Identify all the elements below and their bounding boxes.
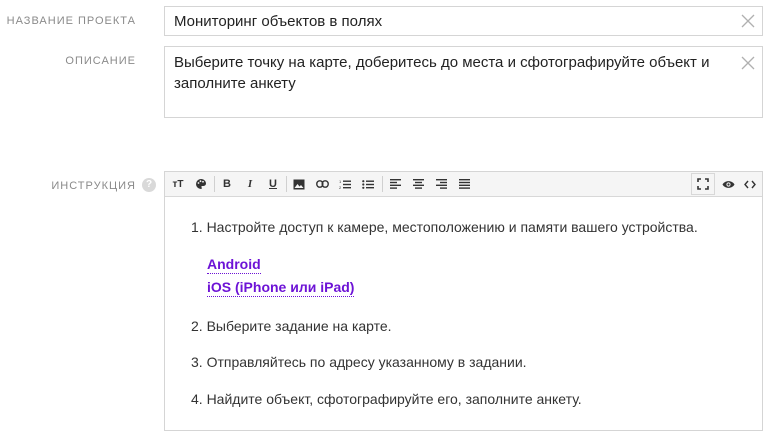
text-size-button[interactable]: тT [167,174,189,194]
source-code-button[interactable] [739,174,761,194]
instruction-step-4: 4. Найдите объект, сфотографируйте его, … [191,391,582,407]
fullscreen-icon [697,178,709,190]
toolbar-separator [382,176,383,192]
image-icon [293,179,305,189]
project-name-field[interactable]: Мониторинг объектов в полях [164,6,763,36]
align-right-button[interactable] [430,174,452,194]
italic-button[interactable]: I [239,174,261,194]
editor-toolbar: тT B I U 1 2 [165,172,762,197]
preview-button[interactable] [717,174,739,194]
align-right-icon [435,179,447,189]
align-left-button[interactable] [384,174,406,194]
bold-button[interactable]: B [216,174,238,194]
align-center-icon [412,179,424,189]
project-name-value: Мониторинг объектов в полях [174,13,383,30]
help-icon[interactable]: ? [142,178,156,192]
description-label: ОПИСАНИЕ [65,55,136,67]
eye-icon [722,180,734,188]
instruction-step-3: 3. Отправляйтесь по адресу указанному в … [191,354,527,370]
align-center-button[interactable] [407,174,429,194]
svg-text:2: 2 [339,185,342,190]
clear-icon[interactable] [740,13,756,29]
toolbar-separator [214,176,215,192]
description-line-2: заполните анкету [174,75,296,92]
italic-icon: I [247,178,253,190]
toolbar-separator [286,176,287,192]
instruction-label: ИНСТРУКЦИЯ [51,180,136,192]
ios-link[interactable]: iOS (iPhone или iPad) [207,279,355,297]
clear-icon[interactable] [740,55,756,71]
instruction-editor[interactable]: тT B I U 1 2 1. Настройте доступ к камер… [164,171,763,431]
image-button[interactable] [288,174,310,194]
justify-button[interactable] [453,174,475,194]
underline-icon: U [269,178,277,190]
align-left-icon [389,179,401,189]
description-field[interactable]: Выберите точку на карте, доберитесь до м… [164,46,763,118]
editor-content[interactable]: 1. Настройте доступ к камере, местополож… [165,197,762,430]
link-button[interactable] [311,174,333,194]
svg-text:1: 1 [339,179,342,184]
code-icon [744,180,756,188]
android-link[interactable]: Android [207,256,261,274]
ordered-list-icon: 1 2 [339,179,351,190]
bold-icon: B [223,178,231,190]
instruction-step-1: 1. Настройте доступ к камере, местополож… [191,219,698,235]
unordered-list-icon [362,179,374,189]
instruction-step-2: 2. Выберите задание на карте. [191,318,392,334]
project-name-label: НАЗВАНИЕ ПРОЕКТА [6,15,136,27]
color-button[interactable] [190,174,212,194]
ordered-list-button[interactable]: 1 2 [334,174,356,194]
justify-icon [458,179,470,189]
link-icon [315,180,329,188]
text-size-icon: тT [172,178,184,190]
palette-icon [196,179,206,189]
fullscreen-button[interactable] [691,173,715,195]
underline-button[interactable]: U [262,174,284,194]
unordered-list-button[interactable] [357,174,379,194]
description-line-1: Выберите точку на карте, доберитесь до м… [174,54,710,71]
